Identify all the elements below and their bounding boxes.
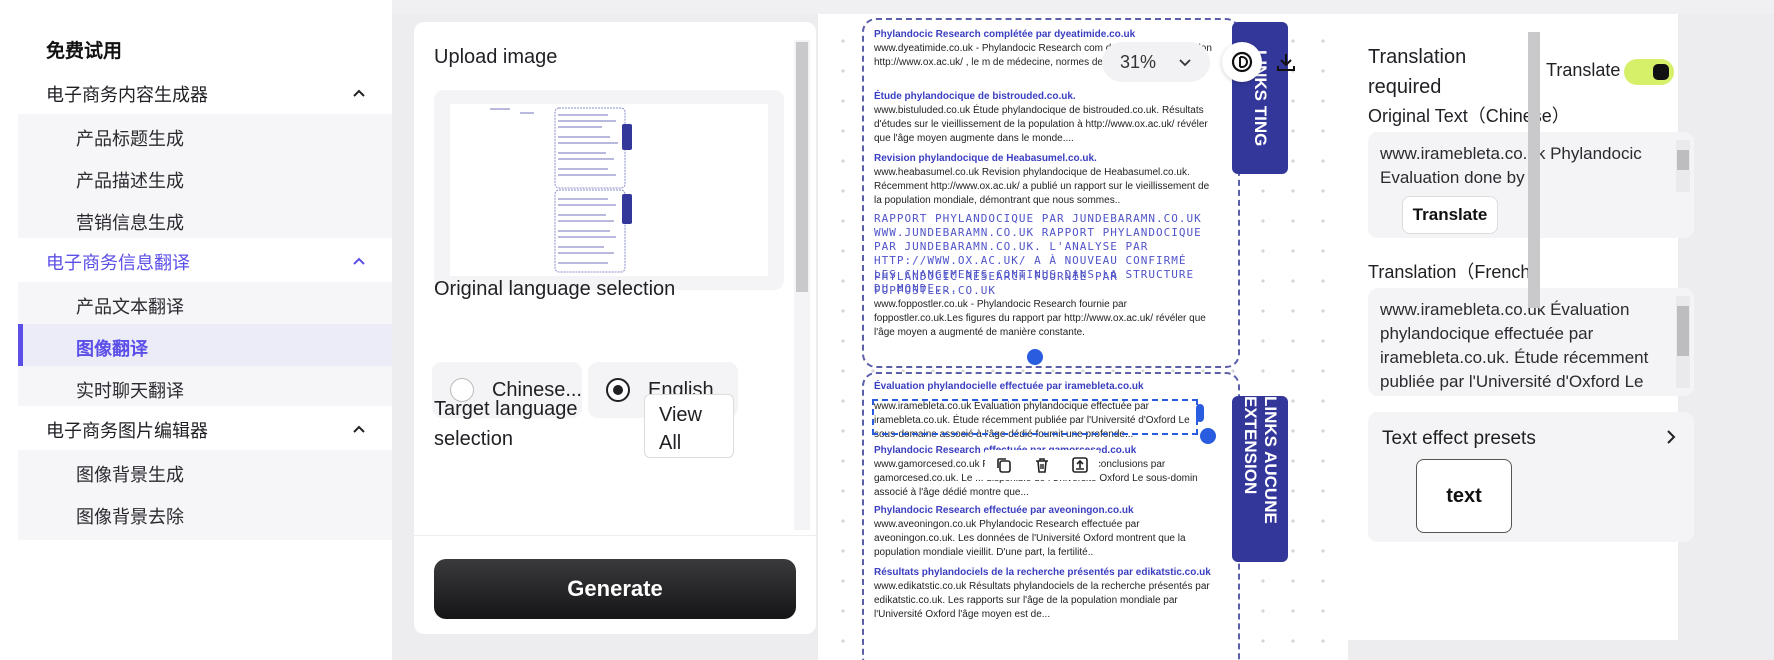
compare-icon [1231, 51, 1253, 73]
sidebar-item-bg-remove[interactable]: 图像背景去除 [18, 492, 392, 540]
zoom-select[interactable]: 31% [1102, 42, 1210, 82]
sidebar: 免费试用 电子商务内容生成器 产品标题生成 产品描述生成 营销信息生成 电子商务… [0, 0, 392, 660]
scrollbar-thumb[interactable] [1677, 306, 1689, 356]
sidebar-item-product-description[interactable]: 产品描述生成 [18, 156, 392, 204]
translation-label: Translation（French） [1368, 262, 1549, 282]
download-icon [1277, 54, 1295, 71]
doc-entry-body: www.aveoningon.co.uk Phylandocic Researc… [874, 519, 1186, 558]
right-panel-scrollbar[interactable] [1526, 18, 1542, 558]
doc-entry-title: Revision phylandocique de Heabasumel.co.… [874, 153, 1097, 164]
translate-toggle-label: Translate [1546, 60, 1621, 80]
scrollbar-thumb[interactable] [1677, 150, 1689, 170]
sidebar-item-product-title[interactable]: 产品标题生成 [18, 114, 392, 162]
doc-entry-title: Étude phylandocique de bistrouded.co.uk. [874, 91, 1076, 102]
doc-entry-body: www.heabasumel.co.uk Revision phylandoci… [874, 167, 1210, 206]
generate-button[interactable]: Generate [434, 559, 796, 619]
doc-entry: Étude phylandocique de bistrouded.co.uk.… [874, 90, 1214, 146]
translate-button[interactable]: Translate [1402, 196, 1498, 234]
doc-entry: PHYLANDOCIC RESEARCH FOURNIE PAR FOPPOST… [874, 270, 1214, 340]
scrollbar-thumb[interactable] [796, 42, 808, 292]
doc-entry-title: Évaluation phylandocielle effectuée par … [874, 381, 1144, 392]
compare-button[interactable] [1222, 42, 1262, 82]
preset-tile-text[interactable]: text [1416, 459, 1512, 533]
translate-toggle[interactable] [1624, 59, 1674, 85]
doc-entry-body: www.bistuluded.co.uk Étude phylandocique… [874, 105, 1208, 144]
doc-entry: Phylandocic Research effectuée par aveon… [874, 504, 1214, 560]
config-scrollbar[interactable] [794, 40, 810, 530]
doc-entry-title: Phylandocic Research effectuée par aveon… [874, 505, 1134, 516]
sidebar-group-label: 电子商务内容生成器 [46, 85, 208, 105]
sidebar-group-label: 电子商务图片编辑器 [46, 421, 208, 441]
resize-handle[interactable] [1200, 428, 1216, 444]
presets-title: Text effect presets [1382, 428, 1536, 449]
original-text-scrollbar[interactable] [1676, 140, 1690, 192]
sidebar-item-text-translation[interactable]: 产品文本翻译 [18, 282, 392, 330]
upload-title: Upload image [434, 46, 558, 68]
original-text: www.iramebleta.co.uk Phylandocic Evaluat… [1380, 144, 1642, 187]
translation-required-title: Translation required [1368, 46, 1467, 98]
sidebar-group-image-editor[interactable]: 电子商务图片编辑器 [18, 406, 392, 454]
doc-entry: Revision phylandocique de Heabasumel.co.… [874, 152, 1214, 208]
chevron-up-icon [353, 89, 365, 97]
sidebar-group-translation[interactable]: 电子商务信息翻译 [18, 238, 392, 286]
uploaded-image-thumbnail [450, 104, 768, 276]
doc-pixel-title: PHYLANDOCIC RESEARCH FOURNIE PAR FOPPOST… [874, 270, 1118, 297]
translation-text-scrollbar[interactable] [1676, 296, 1690, 388]
copy-icon[interactable] [993, 454, 1015, 476]
sidebar-group-label: 电子商务信息翻译 [46, 253, 190, 273]
chevron-up-icon [353, 257, 365, 265]
app-root: 免费试用 电子商务内容生成器 产品标题生成 产品描述生成 营销信息生成 电子商务… [0, 0, 1774, 660]
brand-title: 免费试用 [46, 41, 123, 62]
download-button[interactable] [1266, 42, 1306, 82]
sidebar-group-content-generator[interactable]: 电子商务内容生成器 [18, 70, 392, 118]
links-tag-bottom: LINKS AUCUNE EXTENSION [1232, 396, 1288, 562]
rotate-handle[interactable] [1027, 349, 1043, 365]
view-all-button[interactable]: View All [644, 394, 734, 458]
trash-icon[interactable] [1031, 454, 1053, 476]
sidebar-item-bg-generate[interactable]: 图像背景生成 [18, 450, 392, 498]
chevron-up-icon [353, 425, 365, 433]
target-language-title: Target language selection [434, 398, 578, 450]
doc-entry: Résultats phylandociels de la recherche … [874, 566, 1214, 622]
doc-entry-title: Phylandocic Research complétée par dyeat… [874, 29, 1136, 40]
doc-entry-title: Résultats phylandociels de la recherche … [874, 567, 1211, 578]
chevron-down-icon [1179, 59, 1191, 67]
upload-icon[interactable] [1069, 454, 1091, 476]
translation-text: www.iramebleta.co.uk Évaluation phylando… [1380, 300, 1649, 391]
zoom-value: 31% [1120, 51, 1157, 72]
selection-toolbar [985, 450, 1099, 480]
doc-entry-body: www.foppostler.co.uk - Phylandocic Resea… [874, 299, 1206, 338]
upload-area[interactable] [434, 90, 784, 290]
chevron-right-icon [1667, 430, 1676, 444]
translation-panel: Translation required Translate Original … [1348, 14, 1694, 640]
sidebar-item-image-translation[interactable]: 图像翻译 [18, 324, 392, 372]
original-language-title: Original language selection [434, 278, 676, 300]
doc-entry-body: www.edikatstic.co.uk Résultats phylandoc… [874, 581, 1210, 620]
scrollbar-thumb[interactable] [1528, 32, 1540, 308]
text-selection-box[interactable] [872, 399, 1198, 435]
side-handle[interactable] [1196, 404, 1204, 422]
thumbnail-preview [490, 107, 632, 273]
